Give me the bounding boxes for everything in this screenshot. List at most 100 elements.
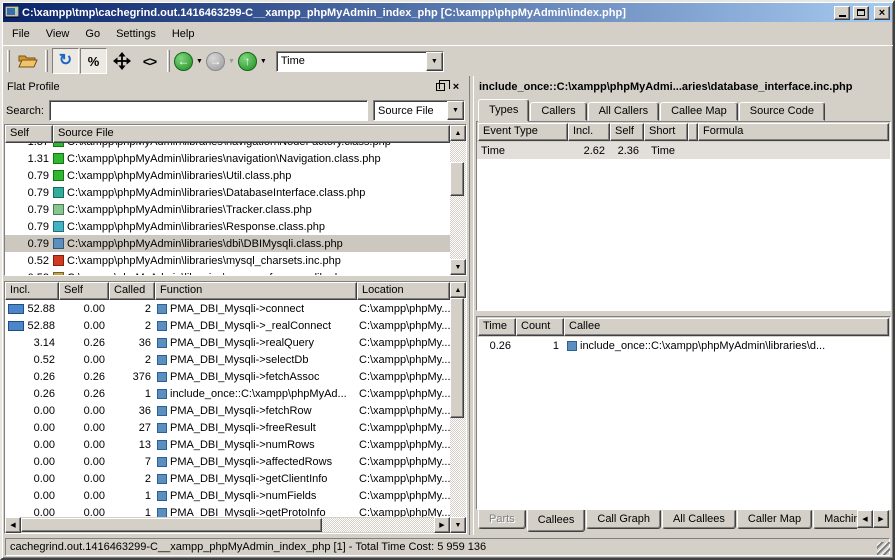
source-file-row[interactable]: 1.37 C:\xampp\phpMyAdmin\libraries\navig… [5, 143, 450, 150]
source-file-icon [53, 272, 64, 275]
maximize-button[interactable] [853, 6, 869, 20]
toolbar-handle[interactable] [7, 50, 10, 72]
back-dropdown-icon[interactable]: ▼ [196, 58, 203, 65]
scroll-down-icon[interactable]: ▼ [450, 259, 466, 275]
dock-title-bar[interactable]: Flat Profile × [4, 77, 467, 97]
function-row[interactable]: 0.00 0.00 13 PMA_DBI_Mysqli->numRows C:\… [5, 436, 450, 453]
menu-item[interactable]: Help [164, 26, 203, 42]
back-button[interactable]: ← ▼ [174, 52, 203, 71]
function-row[interactable]: 0.26 0.26 376 PMA_DBI_Mysqli->fetchAssoc… [5, 368, 450, 385]
detail-tab[interactable]: Machine Code [813, 510, 857, 529]
open-file-button[interactable] [14, 48, 41, 74]
column-header-source-file[interactable]: Source File [53, 125, 450, 143]
column-header-function[interactable]: Function [155, 282, 357, 300]
column-header-location[interactable]: Location [357, 282, 450, 300]
function-row[interactable]: 0.00 0.00 7 PMA_DBI_Mysqli->affectedRows… [5, 453, 450, 470]
function-row[interactable]: 52.88 0.00 2 PMA_DBI_Mysqli->_realConnec… [5, 317, 450, 334]
detail-tab[interactable]: All Callees [662, 510, 736, 529]
source-file-row[interactable]: 0.52 C:\xampp\phpMyAdmin\libraries\user_… [5, 269, 450, 275]
detail-tab[interactable]: Callee Map [660, 102, 738, 121]
function-row[interactable]: 0.00 0.00 1 PMA_DBI_Mysqli->numFields C:… [5, 487, 450, 504]
column-header-spacer[interactable] [688, 123, 698, 141]
column-header-event-type[interactable]: Event Type [478, 123, 568, 141]
function-row[interactable]: 0.00 0.00 1 PMA_DBI_Mysqli->getProtoInfo… [5, 504, 450, 517]
main-splitter[interactable] [469, 76, 474, 535]
detail-bottom-tabs: PartsCalleesCall GraphAll CalleesCaller … [476, 510, 891, 534]
toolbar-handle[interactable] [167, 50, 170, 72]
detail-tab[interactable]: Callers [530, 102, 586, 121]
scroll-down-icon[interactable]: ▼ [450, 517, 466, 533]
resize-grip[interactable] [877, 542, 890, 555]
tab-scroll-left-icon[interactable]: ◀ [857, 510, 873, 528]
minimize-button[interactable] [834, 6, 850, 20]
column-header-self[interactable]: Self [59, 282, 109, 300]
menu-item[interactable]: View [38, 26, 78, 42]
source-file-row[interactable]: 0.79 C:\xampp\phpMyAdmin\libraries\dbi\D… [5, 235, 450, 252]
grouping-dropdown-icon[interactable]: ▼ [447, 101, 464, 120]
detail-tab[interactable]: Parts [478, 510, 526, 529]
column-header-short[interactable]: Short [644, 123, 688, 141]
source-file-row[interactable]: 0.52 C:\xampp\phpMyAdmin\libraries\mysql… [5, 252, 450, 269]
column-header-self[interactable]: Self [5, 125, 53, 143]
column-header-time[interactable]: Time [478, 318, 516, 336]
menu-item[interactable]: Go [77, 26, 108, 42]
source-file-row[interactable]: 0.79 C:\xampp\phpMyAdmin\libraries\Respo… [5, 218, 450, 235]
event-type-combobox[interactable]: Time ▼ [276, 51, 444, 72]
column-header-self[interactable]: Self [610, 123, 644, 141]
percentage-toggle-button[interactable]: % [80, 48, 107, 74]
scroll-left-icon[interactable]: ◀ [5, 517, 21, 533]
scroll-up-icon[interactable]: ▲ [450, 125, 466, 141]
scroll-up-icon[interactable]: ▲ [450, 282, 466, 298]
function-row[interactable]: 0.00 0.00 27 PMA_DBI_Mysqli->freeResult … [5, 419, 450, 436]
detail-tab[interactable]: Callees [527, 510, 586, 532]
callee-row[interactable]: 0.26 1 include_once::C:\xampp\phpMyAdmin… [477, 337, 890, 354]
reload-button[interactable]: ↻ [52, 48, 79, 74]
source-file-row[interactable]: 0.79 C:\xampp\phpMyAdmin\libraries\Datab… [5, 184, 450, 201]
column-header-incl[interactable]: Incl. [568, 123, 610, 141]
function-vscrollbar[interactable]: ▲ ▼ [450, 282, 466, 533]
menu-item[interactable]: File [4, 26, 38, 42]
dock-float-button[interactable] [432, 80, 448, 94]
scroll-thumb[interactable] [450, 162, 464, 196]
column-header-called[interactable]: Called [109, 282, 155, 300]
detail-tab[interactable]: Caller Map [737, 510, 812, 529]
combo-dropdown-icon[interactable]: ▼ [426, 52, 443, 71]
grouping-combobox[interactable]: Source File ▼ [373, 100, 465, 121]
function-row[interactable]: 0.00 0.00 36 PMA_DBI_Mysqli->fetchRow C:… [5, 402, 450, 419]
function-icon [157, 491, 167, 501]
column-header-count[interactable]: Count [516, 318, 564, 336]
function-hscrollbar[interactable]: ◀ ▶ [5, 517, 450, 533]
column-header-callee[interactable]: Callee [564, 318, 889, 336]
up-button[interactable]: ↑ ▼ [238, 52, 267, 71]
up-dropdown-icon[interactable]: ▼ [260, 58, 267, 65]
dock-close-button[interactable]: × [448, 80, 464, 94]
event-type-row[interactable]: Time 2.62 2.36 Time [477, 142, 890, 159]
shorten-templates-button[interactable]: <> [136, 48, 163, 74]
detail-tab[interactable]: Types [478, 99, 529, 122]
title-bar[interactable]: C:\xampp\tmp\cachegrind.out.1416463299-C… [3, 3, 892, 22]
source-file-vscrollbar[interactable]: ▲ ▼ [450, 125, 466, 275]
source-file-row[interactable]: 0.79 C:\xampp\phpMyAdmin\libraries\Util.… [5, 167, 450, 184]
column-header-formula[interactable]: Formula [698, 123, 889, 141]
scroll-thumb[interactable] [450, 298, 464, 418]
detail-tab[interactable]: Source Code [739, 102, 825, 121]
forward-button[interactable]: → ▼ [206, 52, 235, 71]
tab-scroll-right-icon[interactable]: ▶ [873, 510, 889, 528]
search-input[interactable] [49, 100, 368, 121]
toolbar-handle[interactable] [45, 50, 48, 72]
function-row[interactable]: 0.52 0.00 2 PMA_DBI_Mysqli->selectDb C:\… [5, 351, 450, 368]
function-row[interactable]: 0.00 0.00 2 PMA_DBI_Mysqli->getClientInf… [5, 470, 450, 487]
detail-tab[interactable]: Call Graph [586, 510, 661, 529]
source-file-row[interactable]: 0.79 C:\xampp\phpMyAdmin\libraries\Track… [5, 201, 450, 218]
detail-tab[interactable]: All Callers [588, 102, 660, 121]
function-row[interactable]: 0.26 0.26 1 include_once::C:\xampp\phpMy… [5, 385, 450, 402]
relative-cost-button[interactable] [108, 48, 135, 74]
scroll-thumb[interactable] [21, 518, 322, 532]
close-button[interactable]: × [874, 6, 890, 20]
column-header-incl[interactable]: Incl. [5, 282, 59, 300]
function-row[interactable]: 3.14 0.26 36 PMA_DBI_Mysqli->realQuery C… [5, 334, 450, 351]
menu-item[interactable]: Settings [108, 26, 164, 42]
scroll-right-icon[interactable]: ▶ [434, 517, 450, 533]
source-file-row[interactable]: 1.31 C:\xampp\phpMyAdmin\libraries\navig… [5, 150, 450, 167]
function-row[interactable]: 52.88 0.00 2 PMA_DBI_Mysqli->connect C:\… [5, 300, 450, 317]
